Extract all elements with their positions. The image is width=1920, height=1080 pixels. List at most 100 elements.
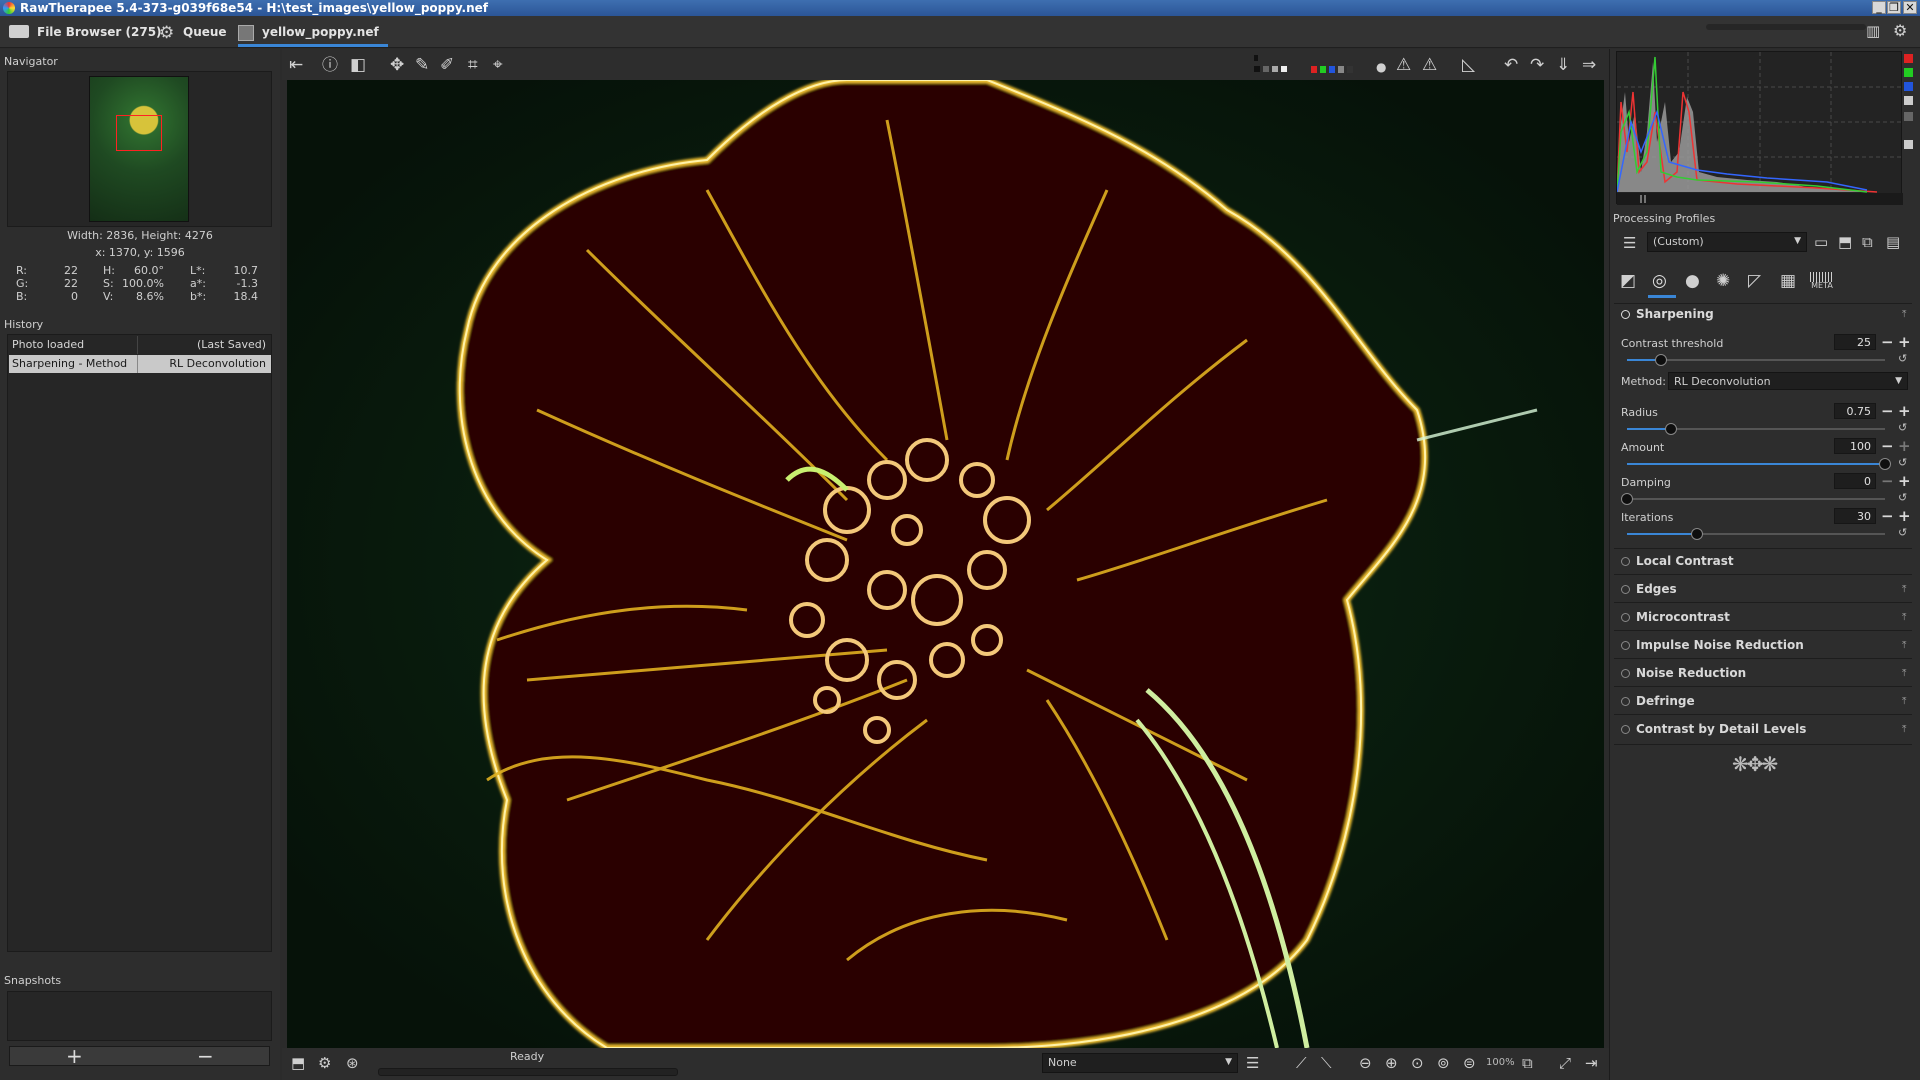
navigator-view-rect[interactable] xyxy=(116,115,162,151)
highlight-clipping-icon[interactable]: ⚠ xyxy=(1422,56,1437,74)
damping-increase[interactable]: + xyxy=(1898,474,1911,489)
iterations-reset-icon[interactable]: ↺ xyxy=(1898,526,1907,539)
tab-color-icon[interactable]: ● xyxy=(1685,271,1700,291)
edges-pin-icon[interactable]: ⤒ xyxy=(1902,584,1906,595)
maximize-icon[interactable]: ❐ xyxy=(1887,1,1901,14)
edges-title[interactable]: Edges xyxy=(1636,582,1677,596)
close-icon[interactable]: ✕ xyxy=(1903,1,1917,14)
info-icon[interactable]: ⓘ xyxy=(322,56,338,74)
history-row[interactable]: Photo loaded (Last Saved) xyxy=(9,336,271,354)
open-profile-icon[interactable]: ▭ xyxy=(1814,233,1828,251)
amount-reset-icon[interactable]: ↺ xyxy=(1898,456,1907,469)
local-contrast-power-icon[interactable] xyxy=(1621,557,1630,566)
layout-toggle-icon[interactable]: ▥ xyxy=(1866,22,1880,40)
edges-power-icon[interactable] xyxy=(1621,585,1630,594)
remove-snapshot-button[interactable]: − xyxy=(197,1044,214,1068)
impulse-noise-reduction-pin-icon[interactable]: ⤒ xyxy=(1902,640,1906,651)
impulse-noise-reduction-power-icon[interactable] xyxy=(1621,641,1630,650)
zoom-fit-icon[interactable]: ⊙ xyxy=(1411,1054,1424,1072)
amount-increase[interactable]: + xyxy=(1898,439,1911,454)
queue-add-icon[interactable]: ⚙ xyxy=(318,1054,331,1072)
profile-list-icon[interactable]: ☰ xyxy=(1623,234,1636,252)
tab-transform-icon[interactable]: ◸ xyxy=(1748,271,1761,291)
contrast-threshold-slider[interactable] xyxy=(1654,354,1667,366)
radius-increase[interactable]: + xyxy=(1898,404,1911,419)
minimize-icon[interactable]: _ xyxy=(1872,1,1886,14)
iterations-input[interactable]: 30 xyxy=(1834,508,1876,524)
before-after-icon[interactable]: ◧ xyxy=(350,56,366,74)
tab-editor[interactable]: yellow_poppy.nef✕ xyxy=(238,20,388,65)
tab-advanced-icon[interactable]: ✺ xyxy=(1716,271,1730,291)
amount-slider[interactable] xyxy=(1879,458,1891,470)
external-editor-icon[interactable]: ⊛ xyxy=(346,1054,359,1072)
copy-profile-icon[interactable]: ⧉ xyxy=(1862,233,1873,251)
add-snapshot-button[interactable]: + xyxy=(66,1044,83,1068)
noise-reduction-power-icon[interactable] xyxy=(1621,669,1630,678)
hand-tool-icon[interactable]: ✥ xyxy=(390,56,404,74)
white-balance-picker-icon[interactable]: ✎ xyxy=(415,56,429,74)
iterations-slider[interactable] xyxy=(1690,528,1703,540)
hide-left-panel-icon[interactable]: ⇤ xyxy=(289,56,303,74)
fullscreen-icon[interactable]: ⤢ xyxy=(1559,1054,1571,1072)
microcontrast-power-icon[interactable] xyxy=(1621,613,1630,622)
hide-right-panel-icon[interactable]: ⇥ xyxy=(1585,1054,1598,1072)
save-profile-icon[interactable]: ⬒ xyxy=(1838,233,1852,251)
iterations-increase[interactable]: + xyxy=(1898,509,1911,524)
amount-input[interactable]: 100 xyxy=(1834,438,1876,454)
contrast-by-detail-levels-title[interactable]: Contrast by Detail Levels xyxy=(1636,722,1806,736)
defringe-power-icon[interactable] xyxy=(1621,697,1630,706)
damping-reset-icon[interactable]: ↺ xyxy=(1898,491,1907,504)
flip-horizontal-icon[interactable]: ⇒ xyxy=(1582,56,1596,74)
soft-proof-icon[interactable]: ⟋ xyxy=(1296,1054,1307,1072)
preferences-icon[interactable]: ⚙ xyxy=(1893,21,1907,40)
radius-input[interactable]: 0.75 xyxy=(1834,403,1876,419)
background-color-selector[interactable] xyxy=(1254,55,1292,73)
radius-reset-icon[interactable]: ↺ xyxy=(1898,421,1907,434)
local-contrast-title[interactable]: Local Contrast xyxy=(1636,554,1734,568)
contrast-threshold-increase[interactable]: + xyxy=(1898,335,1911,350)
zoom-out-icon[interactable]: ⊖ xyxy=(1359,1054,1372,1072)
contrast-threshold-reset-icon[interactable]: ↺ xyxy=(1898,352,1907,365)
paste-profile-icon[interactable]: ▤ xyxy=(1886,233,1900,251)
microcontrast-title[interactable]: Microcontrast xyxy=(1636,610,1730,624)
shadow-clipping-icon[interactable]: ⚠ xyxy=(1396,56,1411,74)
save-icon[interactable]: ⬒ xyxy=(291,1054,305,1072)
impulse-noise-reduction-title[interactable]: Impulse Noise Reduction xyxy=(1636,638,1804,652)
defringe-pin-icon[interactable]: ⤒ xyxy=(1902,696,1906,707)
noise-reduction-title[interactable]: Noise Reduction xyxy=(1636,666,1746,680)
contrast-by-detail-levels-power-icon[interactable] xyxy=(1621,725,1630,734)
channel-selector[interactable] xyxy=(1311,66,1357,73)
color-picker-icon[interactable]: ⌖ xyxy=(493,56,503,74)
history-row-selected[interactable]: Sharpening - Method RL Deconvolution xyxy=(9,355,271,373)
tab-detail-icon[interactable]: ◎ xyxy=(1652,271,1667,291)
gamut-warning-icon[interactable]: ⟍ xyxy=(1321,1054,1332,1072)
tab-metadata-icon[interactable]: META xyxy=(1810,272,1834,292)
zoom-in-icon[interactable]: ⊕ xyxy=(1385,1054,1398,1072)
profile-select[interactable]: (Custom) ▼ xyxy=(1647,232,1807,252)
flip-vertical-icon[interactable]: ⇓ xyxy=(1556,56,1570,74)
histogram[interactable] xyxy=(1616,51,1903,205)
histogram-mode-buttons[interactable] xyxy=(1904,54,1914,164)
iterations-decrease[interactable]: − xyxy=(1881,509,1894,524)
microcontrast-pin-icon[interactable]: ⤒ xyxy=(1902,612,1906,623)
straighten-icon[interactable]: ✐ xyxy=(440,56,454,74)
contrast-threshold-input[interactable]: 25 xyxy=(1834,334,1876,350)
focus-mask-icon[interactable]: ● xyxy=(1376,58,1386,76)
defringe-title[interactable]: Defringe xyxy=(1636,694,1695,708)
image-canvas[interactable] xyxy=(287,80,1604,1048)
rotate-left-icon[interactable]: ↶ xyxy=(1504,56,1518,74)
zoom-fit-crop-icon[interactable]: ⊚ xyxy=(1437,1054,1450,1072)
sharpening-title[interactable]: Sharpening xyxy=(1636,307,1714,321)
radius-slider[interactable] xyxy=(1664,423,1677,435)
tab-file-browser[interactable]: File Browser (275) xyxy=(9,20,162,44)
new-detail-window-icon[interactable]: ⧉ xyxy=(1522,1054,1533,1072)
amount-decrease[interactable]: − xyxy=(1881,439,1894,454)
zoom-100-icon[interactable]: ⊜ xyxy=(1463,1054,1476,1072)
sharpening-pin-icon[interactable]: ⤒ xyxy=(1902,309,1906,320)
rotate-right-icon[interactable]: ↷ xyxy=(1530,56,1544,74)
damping-slider[interactable] xyxy=(1621,493,1633,505)
damping-decrease[interactable]: − xyxy=(1881,474,1894,489)
contrast-by-detail-levels-pin-icon[interactable]: ⤒ xyxy=(1902,724,1906,735)
sharpening-power-icon[interactable] xyxy=(1621,310,1630,319)
tab-raw-icon[interactable]: ▦ xyxy=(1780,271,1796,291)
